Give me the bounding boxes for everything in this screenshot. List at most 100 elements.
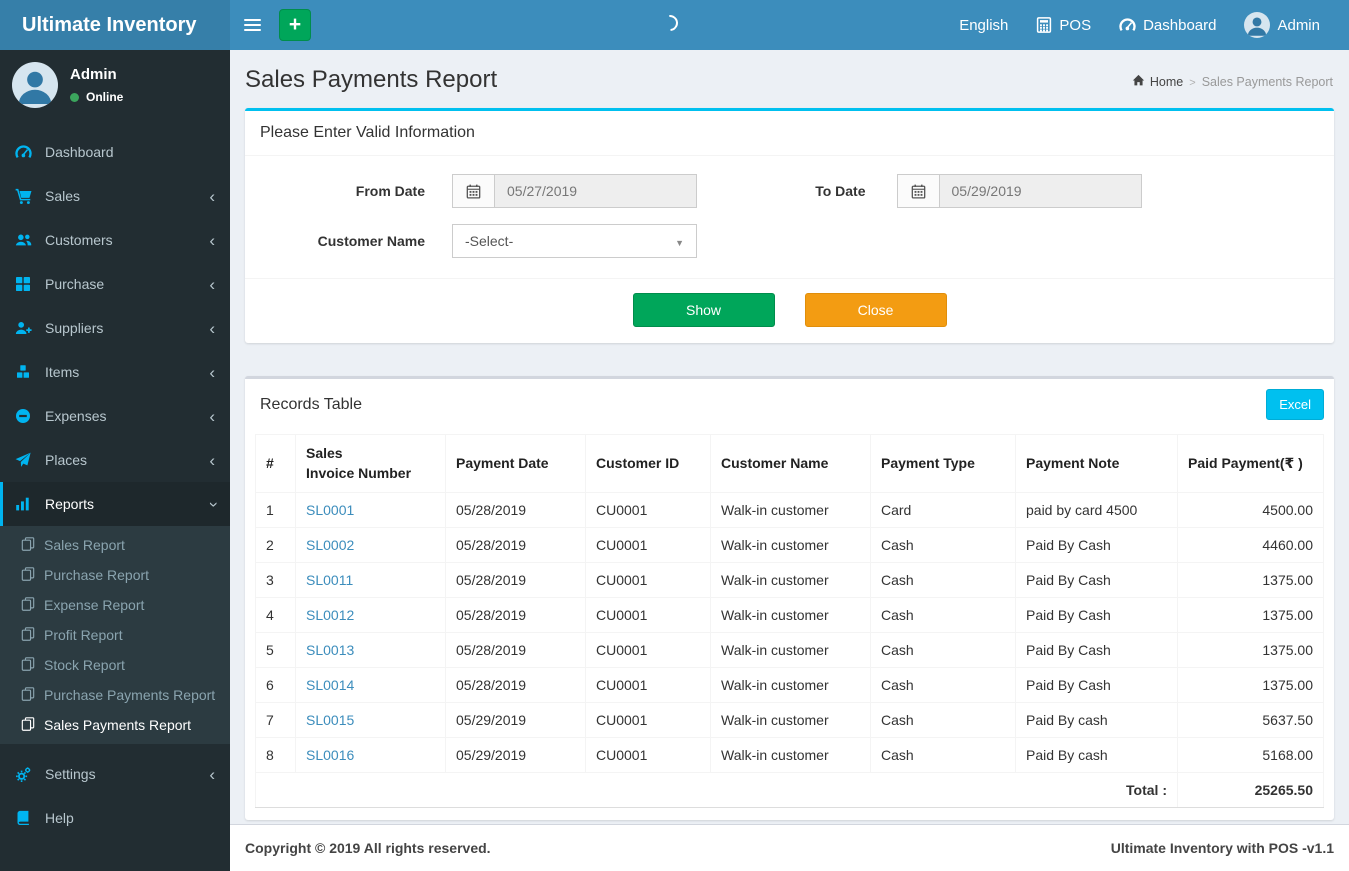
col-payment-note: Payment Note [1015,433,1178,494]
col-index: # [255,433,296,494]
sidebar-user-panel: Admin Online [0,50,230,122]
sidebar-subitem-sales-report[interactable]: Sales Report [0,530,230,560]
sidebar-user-status: Online [70,90,123,104]
online-status-icon [70,92,79,102]
top-navbar: Ultimate Inventory English POS Dashboard [0,0,1349,50]
navbar: English POS Dashboard Admin [230,0,1349,50]
sidebar-item-customers[interactable]: Customers [0,218,230,262]
col-paid-payment: Paid Payment(₹ ) [1177,433,1324,494]
language-menu[interactable]: English [945,0,1022,50]
sidebar-subitem-profit-report[interactable]: Profit Report [0,620,230,650]
quick-add-button[interactable] [279,9,311,41]
user-name-label: Admin [1277,16,1320,34]
excel-export-button[interactable]: Excel [1266,389,1324,420]
invoice-link[interactable]: SL0015 [306,712,354,728]
cubes-icon [15,364,35,380]
table-row: 3 SL0011 05/28/2019 CU0001 Walk-in customer C… [255,562,1324,599]
sidebar-item-purchase[interactable]: Purchase [0,262,230,306]
copy-icon [21,626,35,644]
sidebar-item-reports[interactable]: Reports [0,482,230,526]
sidebar-item-help[interactable]: Help [0,796,230,840]
version-text: Ultimate Inventory with POS -v1.1 [1110,840,1334,856]
invoice-link[interactable]: SL0012 [306,607,354,623]
user-menu[interactable]: Admin [1230,0,1334,50]
navbar-right: English POS Dashboard Admin [945,0,1349,50]
chevron-left-icon [209,276,215,293]
table-row: 4 SL0012 05/28/2019 CU0001 Walk-in customer C… [255,597,1324,634]
from-date-input[interactable] [495,175,696,207]
users-icon [15,232,35,249]
invoice-link[interactable]: SL0016 [306,747,354,763]
breadcrumb-current: Sales Payments Report [1201,75,1333,89]
chevron-down-icon [209,496,215,513]
invoice-link[interactable]: SL0013 [306,642,354,658]
sidebar-item-sales[interactable]: Sales [0,174,230,218]
chevron-left-icon [209,320,215,337]
sidebar-subitem-sales-payments-report[interactable]: Sales Payments Report [0,710,230,740]
total-value: 25265.50 [1177,772,1324,809]
bar-chart-icon [15,496,35,512]
col-customer-name: Customer Name [710,433,871,494]
user-avatar [1244,12,1271,38]
invoice-link[interactable]: SL0001 [306,502,354,518]
sidebar-item-items[interactable]: Items [0,350,230,394]
breadcrumb: Home Sales Payments Report [1132,74,1333,90]
copy-icon [21,566,35,584]
sidebar-user-name: Admin [70,66,117,83]
from-date-label: From Date [355,183,425,199]
copyright-text: Copyright © 2019 All rights reserved. [245,840,491,856]
breadcrumb-separator [1189,75,1195,89]
loading-spinner-icon [658,11,682,35]
table-row: 7 SL0015 05/29/2019 CU0001 Walk-in customer C… [255,702,1324,739]
sidebar: Admin Online Dashboard Sales Customers [0,50,230,871]
calendar-icon[interactable] [453,175,495,207]
table-row: 6 SL0014 05/28/2019 CU0001 Walk-in customer C… [255,667,1324,704]
sidebar-item-dashboard[interactable]: Dashboard [0,130,230,174]
filter-panel-title: Please Enter Valid Information [245,111,1334,156]
invoice-link[interactable]: SL0002 [306,537,354,553]
dashboard-label: Dashboard [1143,16,1217,34]
sidebar-item-expenses[interactable]: Expenses [0,394,230,438]
chevron-left-icon [209,364,215,381]
total-label: Total : [255,772,1178,809]
col-customer-id: Customer ID [585,433,711,494]
chevron-left-icon [209,452,215,469]
gauge-icon [15,144,35,161]
main-content: Sales Payments Report Home Sales Payment… [230,50,1349,871]
customer-select[interactable]: -Select- [452,224,697,258]
chevron-left-icon [209,408,215,425]
records-table: # Sales Invoice Number Payment Date Cust… [255,433,1324,809]
copy-icon [21,656,35,674]
calendar-icon[interactable] [897,175,940,207]
sidebar-subitem-purchase-report[interactable]: Purchase Report [0,560,230,590]
sidebar-toggle-button[interactable] [230,0,275,50]
sidebar-subitem-expense-report[interactable]: Expense Report [0,590,230,620]
to-date-label: To Date [815,183,866,199]
col-payment-type: Payment Type [870,433,1016,494]
sidebar-item-places[interactable]: Places [0,438,230,482]
breadcrumb-home-link[interactable]: Home [1132,74,1183,90]
sidebar-subitem-purchase-payments-report[interactable]: Purchase Payments Report [0,680,230,710]
dashboard-link[interactable]: Dashboard [1105,0,1230,50]
table-row: 5 SL0013 05/28/2019 CU0001 Walk-in customer C… [255,632,1324,669]
to-date-group [896,174,1142,208]
close-button[interactable]: Close [804,293,947,327]
chevron-left-icon [209,188,215,205]
show-button[interactable]: Show [632,293,775,327]
to-date-input[interactable] [939,175,1141,207]
pos-label: POS [1059,16,1092,34]
sidebar-item-suppliers[interactable]: Suppliers [0,306,230,350]
calculator-icon [1036,17,1052,33]
gears-icon [15,766,35,783]
invoice-link[interactable]: SL0014 [306,677,354,693]
page-footer: Copyright © 2019 All rights reserved. Ul… [230,824,1349,871]
app-logo[interactable]: Ultimate Inventory [0,0,230,50]
sidebar-item-settings[interactable]: Settings [0,752,230,796]
records-panel: Records Table Excel # Sales Invoice Numb… [245,376,1334,821]
invoice-link[interactable]: SL0011 [306,572,353,588]
book-icon [15,810,35,826]
sidebar-subitem-stock-report[interactable]: Stock Report [0,650,230,680]
language-label: English [959,16,1009,34]
pos-link[interactable]: POS [1022,0,1105,50]
plus-icon [289,19,301,34]
